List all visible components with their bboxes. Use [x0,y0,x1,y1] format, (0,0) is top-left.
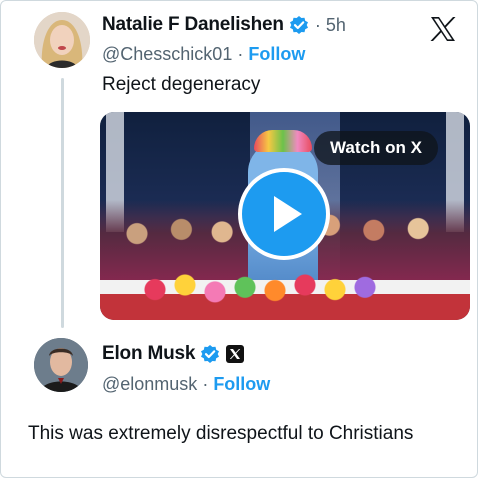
thread-connector-line [61,78,64,328]
avatar[interactable] [34,338,88,392]
tweet-text: Reject degeneracy [102,74,261,95]
handle[interactable]: @Chesschick01 [102,44,232,64]
video-frame-flowers [130,262,380,308]
x-affiliate-badge-icon[interactable] [226,345,245,363]
handle[interactable]: @elonmusk [102,374,197,394]
timestamp[interactable]: · 5h [315,15,346,36]
author-row: Natalie F Danelishen · 5h [102,14,346,36]
follow-button[interactable]: Follow [248,44,305,64]
play-button[interactable] [238,168,330,260]
watch-on-x-button[interactable]: Watch on X [314,131,438,165]
x-logo-icon[interactable] [428,14,458,44]
handle-row: @elonmusk · Follow [102,374,270,395]
separator-dot: · [232,44,249,64]
play-icon [274,196,302,232]
avatar[interactable] [34,12,90,68]
video-player[interactable]: Watch on X [100,112,470,320]
author-row: Elon Musk [102,343,245,365]
follow-button[interactable]: Follow [213,374,270,394]
video-frame-headdress [254,130,312,152]
verified-badge-icon [289,15,309,35]
display-name[interactable]: Elon Musk [102,343,195,365]
tweet-text: This was extremely disrespectful to Chri… [28,423,414,444]
separator-dot: · [197,374,214,394]
handle-row: @Chesschick01 · Follow [102,44,305,65]
verified-badge-icon [200,344,220,364]
display-name[interactable]: Natalie F Danelishen [102,14,284,36]
